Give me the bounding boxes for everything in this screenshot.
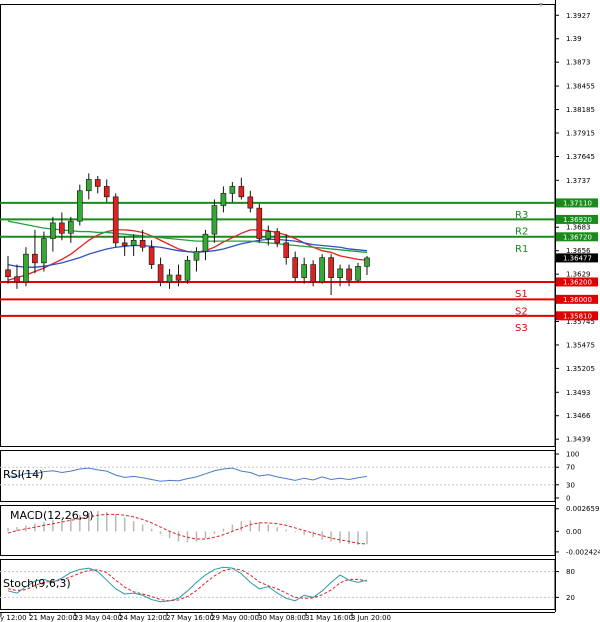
stoch-tick-label: 80 bbox=[566, 568, 575, 576]
rsi-title: RSI(14) bbox=[3, 468, 43, 481]
level-label-s1: S1 bbox=[515, 289, 528, 300]
candle-body bbox=[148, 246, 155, 265]
candle-body bbox=[202, 233, 209, 252]
candle-body bbox=[5, 269, 11, 278]
candle-body bbox=[292, 257, 299, 278]
rsi-tick-label: 0 bbox=[566, 495, 570, 503]
candle-body bbox=[355, 266, 361, 281]
price-tick-label: 1.3439 bbox=[566, 436, 591, 444]
macd-title: MACD(12,26,9) bbox=[10, 509, 94, 522]
candle-body bbox=[265, 231, 272, 239]
candle-body bbox=[211, 205, 218, 235]
price-tick-label: 1.3683 bbox=[566, 224, 591, 232]
candle-body bbox=[112, 196, 119, 244]
price-tick-label: 1.3737 bbox=[566, 177, 591, 185]
rsi-tick-label: 70 bbox=[566, 464, 575, 472]
time-tick-label: 3 Jun 20:00 bbox=[351, 614, 391, 622]
candle-body bbox=[59, 222, 65, 234]
candle-body bbox=[364, 257, 370, 267]
candle-body bbox=[121, 242, 128, 246]
panel-frame-1 bbox=[0, 450, 556, 502]
level-badge-text-r2: 1.36920 bbox=[563, 216, 592, 224]
stoch-title: Stoch(9,6,3) bbox=[3, 577, 71, 590]
chart-root: 1.3927 1.39 1.3873 1.38455 1.38185 1.37915 1.3… bbox=[0, 0, 600, 622]
level-badge-text-r3: 1.37110 bbox=[563, 199, 592, 207]
candle-body bbox=[238, 186, 245, 198]
price-tick-label: 1.37645 bbox=[566, 153, 595, 161]
macd-tick-label: -0.002424 bbox=[566, 548, 600, 556]
panel-frame-3 bbox=[0, 559, 556, 610]
price-tick-label: 1.3493 bbox=[566, 389, 591, 397]
candle-body bbox=[139, 239, 146, 248]
stoch-tick-label: 20 bbox=[566, 594, 575, 602]
candle-body bbox=[184, 259, 191, 281]
candle-body bbox=[319, 257, 325, 283]
chart-svg: 1.3927 1.39 1.3873 1.38455 1.38185 1.37915 1.3… bbox=[0, 0, 600, 622]
candle-body bbox=[274, 231, 281, 244]
candle-body bbox=[229, 186, 236, 194]
price-tick-label: 1.39 bbox=[566, 35, 582, 43]
price-tick-label: 1.38455 bbox=[566, 83, 595, 91]
time-tick-label: 24 May 12:00 bbox=[119, 614, 167, 622]
rsi-tick-label: 30 bbox=[566, 481, 575, 489]
price-tick-label: 1.3466 bbox=[566, 412, 591, 420]
price-tick-label: 1.35475 bbox=[566, 341, 595, 349]
candle-body bbox=[346, 268, 352, 281]
level-badge-text-r1: 1.36720 bbox=[563, 233, 592, 241]
candle-body bbox=[247, 196, 254, 209]
candle-body bbox=[32, 253, 38, 264]
panel-frame-0 bbox=[0, 4, 556, 447]
level-badge-text-s1: 1.36200 bbox=[563, 278, 592, 286]
macd-tick-label: 0.00 bbox=[566, 528, 582, 536]
time-tick-label: 30 May 08:00 bbox=[258, 614, 306, 622]
price-tick-label: 1.37915 bbox=[566, 129, 595, 137]
candle-body bbox=[337, 268, 343, 278]
candle-body bbox=[130, 239, 137, 246]
time-tick-label: 31 May 16:00 bbox=[305, 614, 353, 622]
rsi-tick-label: 100 bbox=[566, 451, 579, 459]
candle-body bbox=[94, 179, 101, 187]
time-tick-label: 21 May 20:00 bbox=[29, 614, 77, 622]
candle-body bbox=[175, 274, 182, 281]
candle-body bbox=[85, 179, 92, 192]
candle-body bbox=[103, 186, 110, 198]
candle-body bbox=[77, 190, 83, 222]
macd-tick-label: 0.002659 bbox=[566, 505, 599, 513]
current-price-label: 1.36477 bbox=[563, 254, 592, 262]
candle-body bbox=[157, 264, 164, 283]
candle-body bbox=[166, 274, 173, 283]
time-tick-label: 29 May 00:00 bbox=[211, 614, 259, 622]
level-badge-text-s2: 1.36000 bbox=[563, 296, 592, 304]
candle-body bbox=[41, 238, 47, 264]
level-label-r1: R1 bbox=[515, 244, 528, 255]
candle-body bbox=[301, 264, 307, 278]
candle-body bbox=[328, 257, 334, 278]
candle-body bbox=[14, 276, 20, 283]
candle-body bbox=[310, 264, 316, 283]
candle-body bbox=[256, 207, 263, 239]
price-tick-label: 1.35205 bbox=[566, 365, 595, 373]
candle-body bbox=[193, 251, 200, 261]
price-tick-label: 1.3873 bbox=[566, 59, 591, 67]
candle-body bbox=[220, 193, 227, 206]
price-tick-label: 1.3629 bbox=[566, 271, 591, 279]
rsi-line bbox=[7, 467, 368, 482]
level-label-r2: R2 bbox=[515, 226, 528, 237]
level-label-s3: S3 bbox=[515, 323, 528, 334]
price-tick-label: 1.3927 bbox=[566, 12, 591, 20]
candle-body bbox=[23, 253, 29, 283]
candle-body bbox=[68, 220, 74, 234]
level-badge-text-s3: 1.35810 bbox=[563, 312, 592, 320]
candle-body bbox=[283, 242, 290, 258]
time-tick-label: y 12:00 bbox=[0, 614, 27, 622]
candle-body bbox=[50, 222, 56, 239]
time-tick-label: 27 May 16:00 bbox=[166, 614, 214, 622]
price-tick-label: 1.38185 bbox=[566, 106, 595, 114]
time-tick-label: 23 May 04:00 bbox=[74, 614, 122, 622]
